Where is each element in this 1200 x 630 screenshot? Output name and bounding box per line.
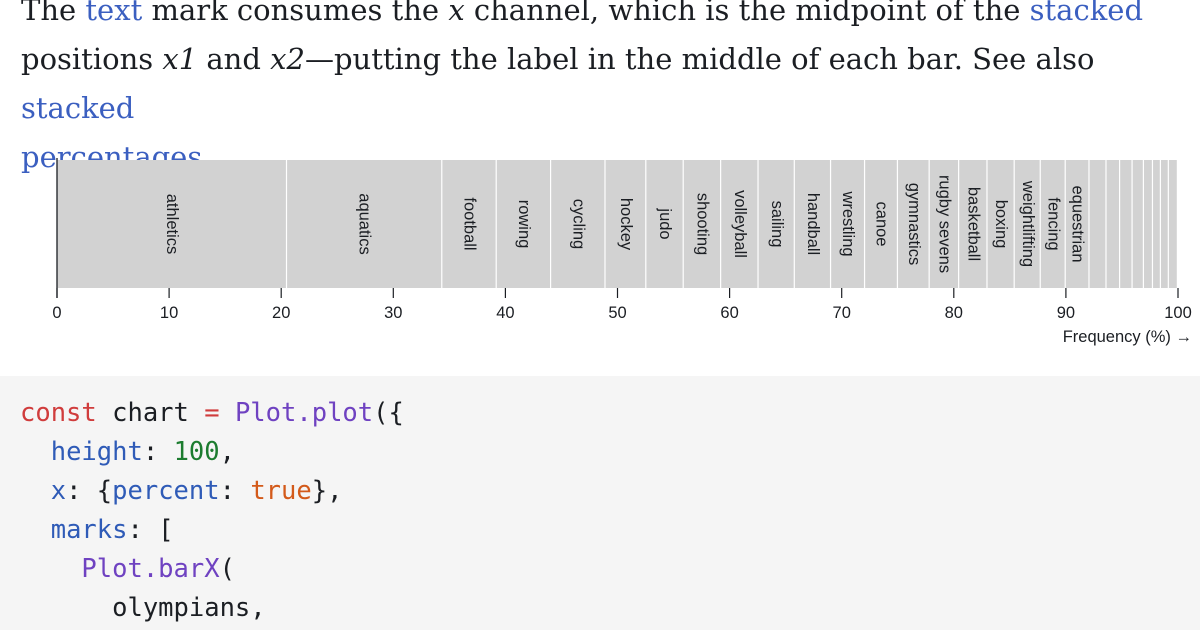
chart-svg: athletics aquatics football rowing cycling ho… xyxy=(52,158,1192,346)
bar-label-boxing: boxing xyxy=(992,200,1010,249)
bar-segment-27 xyxy=(1168,160,1177,288)
code-token-prop: height xyxy=(50,437,143,467)
prose-text: —putting the label in the middle of each… xyxy=(304,42,1095,76)
bar-segment-24 xyxy=(1143,160,1152,288)
bar-label-cycling: cycling xyxy=(569,199,587,249)
bar-label-wrestling: wrestling xyxy=(839,190,857,256)
math-x: x xyxy=(448,0,465,27)
bar-label-canoe: canoe xyxy=(873,202,891,247)
bar-label-weightlifting: weightlifting xyxy=(1019,180,1037,267)
x-tick-label: 20 xyxy=(272,304,290,322)
code-token-plain: ({ xyxy=(373,398,404,428)
code-token-plain: : xyxy=(142,437,174,467)
x-tick-label: 10 xyxy=(160,304,178,322)
code-token-plain: olympians, xyxy=(20,593,266,623)
prose-text: The xyxy=(21,0,86,27)
code-token-plain: }, xyxy=(311,476,343,506)
math-x2: x2 xyxy=(270,42,305,76)
bar-label-handball: handball xyxy=(804,193,822,255)
prose-text: positions xyxy=(21,42,163,76)
bar-segment-26 xyxy=(1160,160,1168,288)
prose-text: channel, which is the midpoint of the xyxy=(464,0,1030,27)
code-token-prop: percent xyxy=(112,476,220,506)
stacked-bar-chart: athletics aquatics football rowing cycling ho… xyxy=(0,150,1200,370)
code-block: const chart = Plot.plot({ height: 100, x… xyxy=(0,376,1200,630)
code-line: olympians, xyxy=(20,589,1200,628)
x-tick-label: 30 xyxy=(384,304,402,322)
x-tick-label: 0 xyxy=(52,304,61,322)
x-tick-label: 40 xyxy=(496,304,514,322)
x-tick-label: 80 xyxy=(945,304,963,322)
code-token-prop: marks xyxy=(50,515,128,545)
bar-label-equestrian: equestrian xyxy=(1069,185,1087,262)
stacked-link[interactable]: stacked xyxy=(1030,0,1143,27)
code-line: const chart = Plot.plot({ xyxy=(20,394,1200,433)
prose-line-1: The text mark consumes the x channel, wh… xyxy=(21,0,1191,35)
prose-text: mark consumes the xyxy=(142,0,449,27)
math-x1: x1 xyxy=(162,42,198,76)
code-token-kw: = xyxy=(204,398,220,428)
x-tick-label: 50 xyxy=(608,304,626,322)
code-token-plain: , xyxy=(219,437,235,467)
x-tick-label: 60 xyxy=(720,304,738,322)
prose-line-2: positions x1 and x2—putting the label in… xyxy=(21,35,1191,133)
bar-label-volleyball: volleyball xyxy=(731,190,749,258)
code-token-num: 100 xyxy=(173,437,220,467)
code-token-plain: ( xyxy=(219,554,235,584)
bar-segment-22 xyxy=(1120,160,1132,288)
code-line: marks: [ xyxy=(20,511,1200,550)
bar-label-judo: judo xyxy=(656,207,674,239)
bar-label-rugby-sevens: rugby sevens xyxy=(936,175,954,273)
code-token-bool: true xyxy=(250,476,312,506)
code-token-plain: : { xyxy=(66,476,113,506)
code-line: x: {percent: true}, xyxy=(20,472,1200,511)
bar-label-gymnastics: gymnastics xyxy=(905,183,923,266)
x-tick-label: 100 xyxy=(1164,304,1192,322)
bar-label-aquatics: aquatics xyxy=(356,193,374,254)
code-line: height: 100, xyxy=(20,433,1200,472)
bar-segment-20 xyxy=(1089,160,1106,288)
x-tick-label: 90 xyxy=(1057,304,1075,322)
bar-label-hockey: hockey xyxy=(617,198,635,251)
code-token-plain: : [ xyxy=(127,515,174,545)
code-token-fn: Plot.plot xyxy=(234,398,374,428)
text-mark-link[interactable]: text xyxy=(85,0,142,27)
bar-label-sailing: sailing xyxy=(768,201,786,248)
code-token-plain: : xyxy=(219,476,251,506)
x-tick-label: 70 xyxy=(833,304,851,322)
stacked-percentages-link[interactable]: stacked xyxy=(21,91,134,125)
bar-label-basketball: basketball xyxy=(964,187,982,261)
bar-label-football: football xyxy=(461,197,479,250)
prose-text: and xyxy=(197,42,271,76)
bar-segment-23 xyxy=(1132,160,1143,288)
code-token-fn: Plot.barX xyxy=(81,554,220,584)
bar-label-fencing: fencing xyxy=(1044,197,1062,250)
code-token-plain: chart xyxy=(96,398,205,428)
bar-segment-25 xyxy=(1153,160,1160,288)
bar-label-shooting: shooting xyxy=(694,193,712,255)
code-token-prop: x xyxy=(50,476,67,506)
bar-segment-21 xyxy=(1106,160,1119,288)
bar-label-athletics: athletics xyxy=(163,194,181,255)
x-axis-label: Frequency (%) → xyxy=(1063,328,1192,346)
code-line: Plot.barX( xyxy=(20,550,1200,589)
bar-label-rowing: rowing xyxy=(515,200,533,249)
code-token-kw: const xyxy=(20,398,97,428)
